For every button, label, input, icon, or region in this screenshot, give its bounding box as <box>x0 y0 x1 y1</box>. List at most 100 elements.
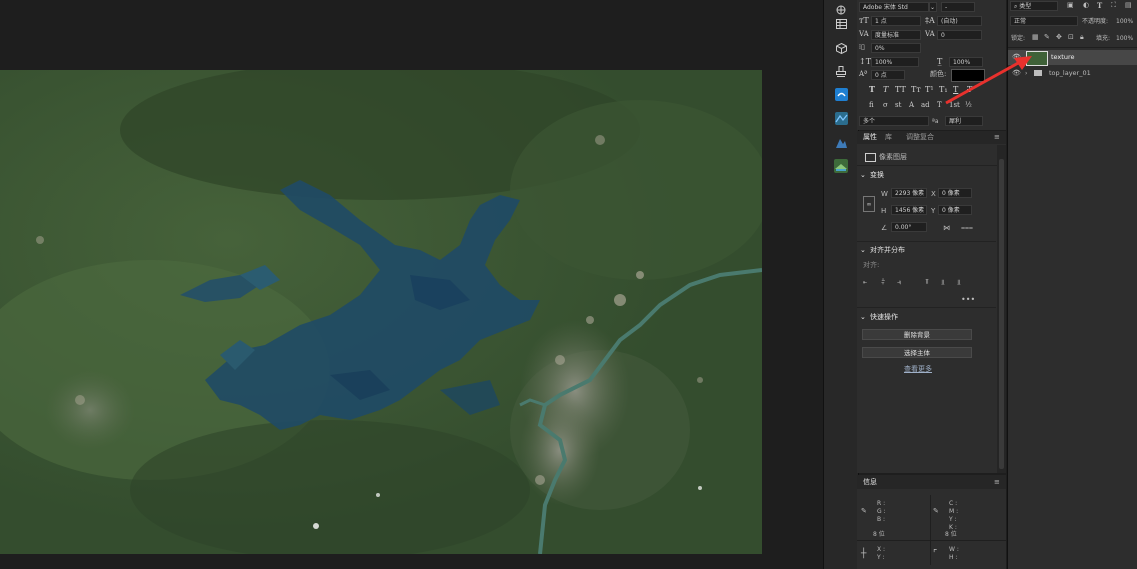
lock-all-icon[interactable]: 🔒︎ <box>1080 33 1084 42</box>
x-field[interactable]: 0 像素 <box>938 188 972 198</box>
align-bottom-icon[interactable]: ⫫ <box>957 278 961 287</box>
more-options-icon[interactable]: ••• <box>961 295 975 304</box>
remove-background-button[interactable]: 删除背景 <box>862 329 972 340</box>
vertical-scale-icon: ↕T <box>859 57 872 66</box>
select-subject-button[interactable]: 选择主体 <box>862 347 972 358</box>
info-menu-icon[interactable]: ≡ <box>994 478 1000 487</box>
width-label: W <box>881 190 888 198</box>
tracking-field[interactable]: 0 <box>937 30 982 40</box>
see-more-link[interactable]: 查看更多 <box>904 365 932 374</box>
transform-section-title: 变换 <box>870 171 884 179</box>
tab-properties[interactable]: 属性 <box>863 133 877 142</box>
fill-value[interactable]: 100% <box>1116 34 1133 43</box>
info-bit-right: 8 位 <box>945 531 957 538</box>
eyedropper-icon[interactable]: ✎ <box>861 507 867 516</box>
lock-image-icon[interactable]: ✎ <box>1044 33 1050 42</box>
tab-layer-comps[interactable]: 调整复合 <box>906 133 934 142</box>
layer-name: texture <box>1051 53 1075 61</box>
align-middle-v-icon[interactable]: ⫫ <box>941 278 945 287</box>
selection-size-icon: ⌜ <box>933 549 938 559</box>
align-section-title: 对齐并分布 <box>870 246 905 254</box>
vertical-scale-field[interactable]: 100% <box>871 57 919 67</box>
info-h: H : <box>949 554 958 561</box>
quick-actions-chevron-icon[interactable]: ⌄ <box>860 313 866 322</box>
angle-field[interactable]: 0.00° <box>891 222 927 232</box>
baseline-shift-field[interactable]: 0 点 <box>871 70 905 80</box>
antialias-select[interactable]: 犀利 <box>945 116 983 126</box>
baseline-shift-icon: Aª <box>859 70 868 78</box>
kerning-icon: VA <box>859 30 869 38</box>
blend-mode-select[interactable]: 正常 <box>1010 16 1078 26</box>
stylistic-alternates-button[interactable]: ad <box>921 101 930 110</box>
fill-label: 填充: <box>1096 35 1111 42</box>
align-center-h-icon[interactable]: ⫩ <box>881 278 885 287</box>
kerning-field[interactable]: 度量标准 <box>871 30 921 40</box>
scroll-thumb[interactable] <box>999 159 1004 469</box>
swash-button[interactable]: A <box>909 101 914 110</box>
height-field[interactable]: 1456 像素 <box>891 205 927 215</box>
table-icon[interactable] <box>833 16 849 32</box>
lock-artboard-icon[interactable]: ⊡ <box>1068 33 1074 42</box>
align-chevron-icon[interactable]: ⌄ <box>860 246 866 255</box>
plugin-landscape-icon[interactable] <box>833 158 849 174</box>
superscript-button[interactable]: T¹ <box>925 85 934 94</box>
align-right-icon[interactable]: ⫣ <box>897 278 901 287</box>
document-canvas[interactable] <box>0 70 762 554</box>
flip-vertical-icon[interactable]: ⩶ <box>961 224 973 233</box>
layer-type-label: 像素图层 <box>879 153 907 161</box>
filter-pixel-icon[interactable]: ▣ <box>1067 1 1074 10</box>
faux-italic-button[interactable]: T <box>883 85 888 94</box>
panel-menu-icon[interactable]: ≡ <box>994 133 1000 142</box>
width-field[interactable]: 2293 像素 <box>891 188 927 198</box>
eyedropper-cmyk-icon[interactable]: ✎ <box>933 507 939 516</box>
lock-position-icon[interactable]: ✥ <box>1056 33 1062 42</box>
tsume-icon: ⁞▯ <box>859 43 865 51</box>
crosshair-icon: ┼ <box>861 549 867 559</box>
small-caps-button[interactable]: Tт <box>911 85 921 94</box>
faux-bold-button[interactable]: T <box>869 85 875 94</box>
link-icon[interactable]: ∞ <box>863 196 875 212</box>
lock-transparent-icon[interactable]: ▦ <box>1032 33 1039 42</box>
y-label: Y <box>931 207 936 215</box>
panel-icon-strip <box>823 0 859 569</box>
align-buttons: ⫦ ⫩ ⫣ ⫪ ⫫ ⫫ <box>863 278 973 288</box>
tsume-field[interactable]: 0% <box>871 43 921 53</box>
quick-actions-title: 快速操作 <box>870 313 898 321</box>
lock-label: 锁定: <box>1011 35 1026 42</box>
info-title: 信息 <box>863 478 877 486</box>
align-top-icon[interactable]: ⫪ <box>925 278 929 287</box>
language-select[interactable]: 多个 <box>859 116 929 126</box>
font-size-icon: ᴛT <box>859 16 869 25</box>
opacity-value[interactable]: 100% <box>1116 17 1133 26</box>
contextual-alternates-button[interactable]: σ <box>883 101 888 110</box>
layer-filter-select[interactable]: ⌕ 类型 <box>1010 1 1058 11</box>
plugin-terrain-icon[interactable] <box>833 110 849 126</box>
filter-type-icon[interactable]: T <box>1097 1 1102 10</box>
transform-chevron-icon[interactable]: ⌄ <box>860 171 866 180</box>
ligature-button[interactable]: fi <box>869 101 874 110</box>
font-family-chevron[interactable]: ⌄ <box>929 2 937 12</box>
properties-scrollbar[interactable] <box>997 145 1006 473</box>
tab-libraries[interactable]: 库 <box>885 133 892 142</box>
font-style-select[interactable]: - <box>941 2 975 12</box>
plugin-blue-icon[interactable] <box>833 86 849 102</box>
flip-horizontal-icon[interactable]: ⋈ <box>943 224 950 233</box>
font-family-select[interactable]: Adobe 宋体 Std <box>859 2 929 12</box>
filter-shape-icon[interactable]: ⛶ <box>1111 1 1116 10</box>
align-left-icon[interactable]: ⫦ <box>863 278 867 287</box>
y-field[interactable]: 0 像素 <box>938 205 972 215</box>
filter-adjustment-icon[interactable]: ◐ <box>1083 1 1089 10</box>
font-size-field[interactable]: 1 点 <box>871 16 921 26</box>
filter-smart-object-icon[interactable]: ▤ <box>1125 1 1132 10</box>
plugin-mountain-icon[interactable] <box>833 134 849 150</box>
discretionary-ligature-button[interactable]: st <box>895 101 901 110</box>
tracking-icon: VA <box>925 30 935 38</box>
info-y-coord: Y : <box>877 554 885 561</box>
leading-field[interactable]: (自动) <box>937 16 982 26</box>
leading-icon: ‡A <box>925 16 935 25</box>
stamp-icon[interactable] <box>833 63 849 79</box>
annotation-arrow <box>945 56 1032 105</box>
cube-icon[interactable] <box>833 40 849 56</box>
height-label: H <box>881 207 887 215</box>
all-caps-button[interactable]: TT <box>895 85 906 94</box>
